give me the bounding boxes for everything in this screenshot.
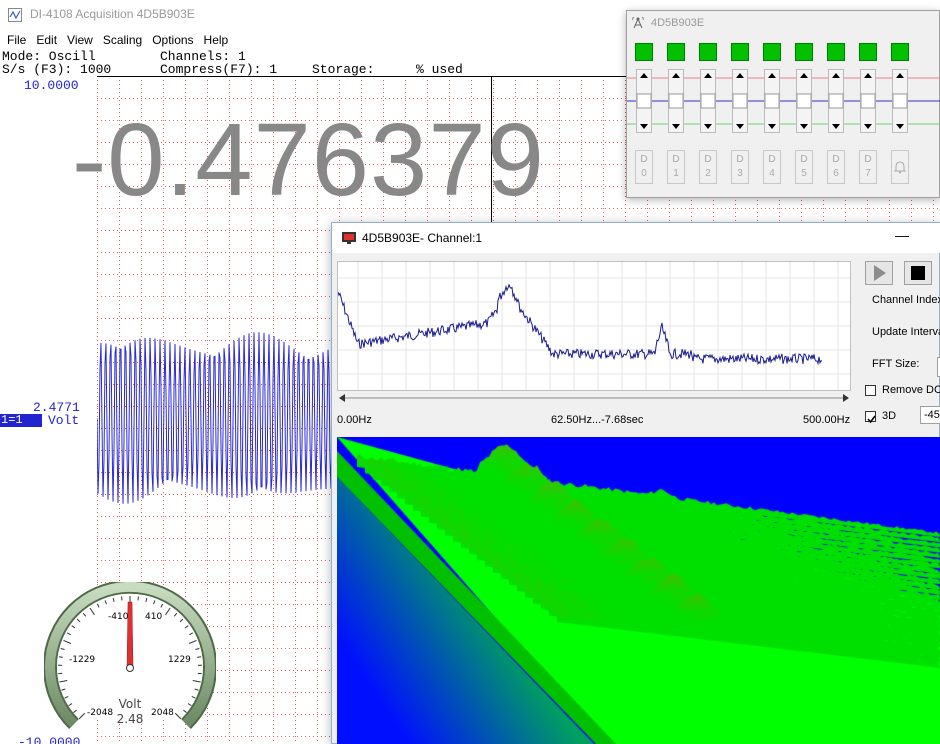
fft-spectrum-trace [337,283,823,366]
3d-label: 3D [882,410,897,422]
remove-dc-checkbox[interactable] [865,385,876,396]
dio-window-title: 4D5B903E [651,17,705,29]
dio-led-8 [891,43,909,61]
3d-spectrogram [337,437,940,744]
scroll-right-arrow-icon[interactable] [843,394,849,402]
status-storage: Storage: [312,62,375,77]
dio-slider-6[interactable] [828,69,844,133]
dio-led-1 [667,43,685,61]
monitor-icon [342,232,356,244]
checkmark-icon [867,415,876,424]
dio-button-d5[interactable]: D5 [795,150,813,184]
gauge-tick-neg2048: -2048 [87,708,113,718]
gauge-tick-neg410: -410 [108,612,129,622]
dio-slider-5[interactable] [796,69,812,133]
bell-icon [893,161,907,174]
dio-bell-button[interactable] [891,150,909,184]
dio-button-d3[interactable]: D3 [731,150,749,184]
gauge-tick-neg1229: -1229 [69,655,95,665]
scroll-left-arrow-icon[interactable] [339,394,345,402]
dio-button-d7[interactable]: D7 [859,150,877,184]
fft-size-label: FFT Size: [872,358,920,370]
menu-scaling[interactable]: Scaling [96,31,142,49]
status-compress: Compress(F7): 1 [160,62,278,77]
stop-icon [911,266,925,280]
dio-led-7 [859,43,877,61]
update-interval-label: Update Interva [872,326,940,338]
menu-file[interactable]: File [0,31,26,49]
dio-button-d4[interactable]: D4 [763,150,781,184]
dio-button-d6[interactable]: D6 [827,150,845,184]
gauge-needle [126,601,134,669]
dio-slider-0[interactable] [636,69,652,133]
freq-label-mid: 62.50Hz...-7.68sec [551,414,644,426]
menu-options[interactable]: Options [145,31,193,49]
menu-help[interactable]: Help [197,31,229,49]
dio-button-d1[interactable]: D1 [667,150,685,184]
remove-dc-label: Remove DC [882,384,940,396]
play-button[interactable] [865,261,893,285]
dio-led-3 [731,43,749,61]
dio-slider-4[interactable] [764,69,780,133]
fft-window: 4D5B903E- Channel:1 — 0.00Hz 62.50Hz...-… [331,222,940,744]
dio-led-4 [763,43,781,61]
gauge-unit: Volt [119,697,142,711]
channel-index-label: Channel Index [872,294,940,306]
channel-unit: Volt [48,413,80,428]
dio-slider-1[interactable] [668,69,684,133]
3d-checkbox[interactable] [865,411,876,424]
signal-tower-icon [632,17,644,29]
app-icon [8,8,22,22]
fft-spectrum-plot [337,261,851,391]
freq-label-right: 500.00Hz [803,414,851,426]
waveform-trace [97,332,334,504]
dio-slider-3[interactable] [732,69,748,133]
stop-button[interactable] [904,261,932,285]
axis-bottom-value: -10.0000 [18,735,81,744]
play-icon [874,265,886,281]
status-used: % used [416,62,463,77]
live-value-readout: -0.476379 [72,102,545,217]
dio-led-5 [795,43,813,61]
gauge-tick-1229: 1229 [168,655,191,665]
axis-top-value: 10.0000 [24,78,79,93]
dio-led-0 [635,43,653,61]
gauge-value: 2.48 [117,712,144,726]
channel-tag[interactable]: 1=1 [0,414,42,427]
view-angle-input[interactable]: -45 [920,406,940,424]
gauge-tick-2048: 2048 [151,708,174,718]
freq-label-left: 0.00Hz [337,414,372,426]
fft-spectrum-svg [337,262,850,390]
dio-led-2 [699,43,717,61]
dio-slider-8[interactable] [892,69,908,133]
digital-io-window: 4D5B903E D0 D1 D2 D3 D4 D5 D6 D7 [626,10,940,198]
dio-slider-7[interactable] [860,69,876,133]
dio-button-d2[interactable]: D2 [699,150,717,184]
menu-view[interactable]: View [60,31,93,49]
fft-scrollbar[interactable] [337,393,851,403]
dio-slider-2[interactable] [700,69,716,133]
dio-led-6 [827,43,845,61]
window-title: DI-4108 Acquisition 4D5B903E [30,7,195,21]
menu-bar: File Edit View Scaling Options Help [0,31,231,49]
fft-title-bar: 4D5B903E- Channel:1 — [332,223,940,253]
status-rate: S/s (F3): 1000 [2,62,112,77]
analog-gauge: -410 410 -1229 1229 -2048 2048 Volt 2.48 [44,582,216,729]
minimize-button[interactable]: — [895,227,909,243]
menu-edit[interactable]: Edit [29,31,57,49]
fft-window-title: 4D5B903E- Channel:1 [362,231,483,245]
gauge-tick-410: 410 [145,612,162,622]
dio-button-d0[interactable]: D0 [635,150,653,184]
